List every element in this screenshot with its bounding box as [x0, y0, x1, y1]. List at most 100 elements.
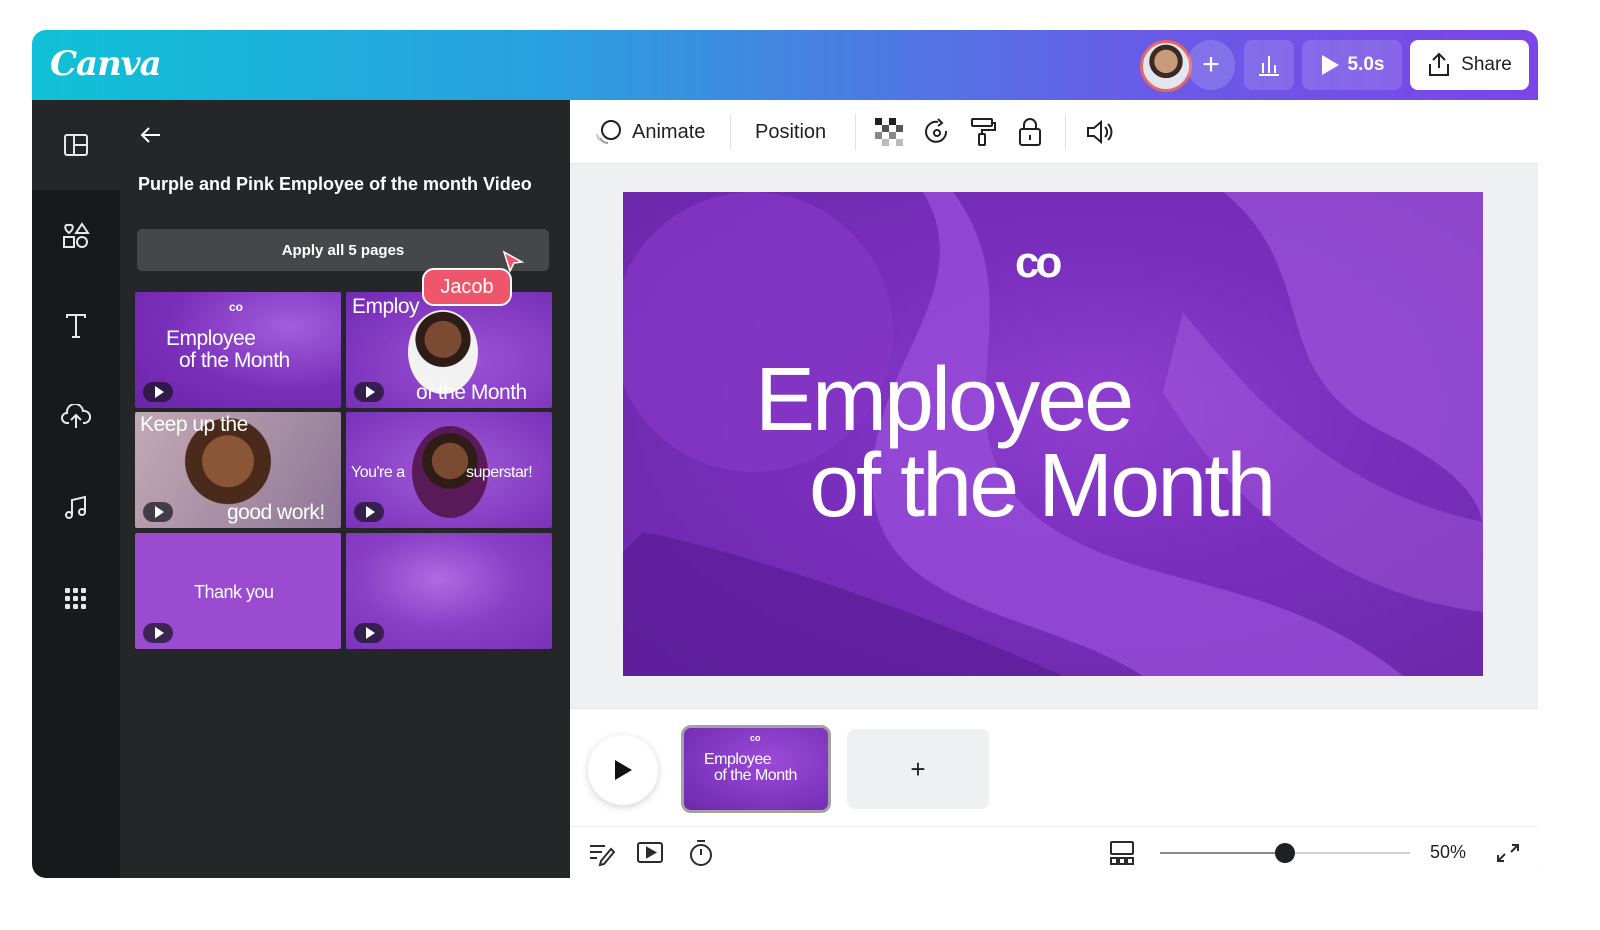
apply-all-pages-button[interactable]: Apply all 5 pages — [137, 229, 549, 271]
canvas-title-line2[interactable]: of the Month — [809, 438, 1276, 534]
share-label: Share — [1461, 54, 1512, 75]
video-play-badge — [143, 382, 173, 402]
video-preview-icon[interactable] — [636, 839, 664, 867]
design-canvas[interactable]: co Employee of the Month — [623, 192, 1483, 676]
toolbar-divider — [730, 114, 731, 150]
thumb-title-line1: Employee — [166, 327, 256, 350]
expand-icon[interactable] — [1494, 839, 1522, 867]
animate-label: Animate — [632, 120, 706, 143]
play-icon — [154, 386, 164, 398]
timer-icon[interactable] — [687, 839, 715, 867]
play-icon — [1321, 55, 1339, 75]
present-play-button[interactable]: 5.0s — [1302, 40, 1402, 90]
timeline-play-button[interactable] — [588, 735, 658, 805]
shapes-icon — [63, 222, 90, 248]
position-button[interactable]: Position — [755, 100, 826, 164]
template-page-thumb[interactable]: Thank you — [135, 533, 341, 649]
thumb-logo: co — [229, 300, 244, 314]
thumb-title-line1: Keep up the — [140, 413, 248, 436]
rail-item-uploads[interactable] — [46, 387, 106, 447]
toolbar-divider — [855, 114, 856, 150]
rail-item-audio[interactable] — [46, 478, 106, 538]
canva-logo[interactable]: Canva — [50, 44, 162, 84]
thumb-title-line2: good work! — [227, 501, 325, 524]
notes-icon[interactable] — [587, 839, 615, 867]
thumb-title-line1: You're a — [351, 464, 405, 481]
page-thumb-title: Employee of the Month — [704, 752, 797, 784]
user-avatar[interactable] — [1140, 40, 1192, 92]
cloud-upload-icon — [61, 404, 91, 428]
transparency-button[interactable] — [875, 100, 903, 164]
bar-chart-icon — [1259, 56, 1279, 76]
transparency-icon — [875, 118, 903, 146]
page-thumb-logo: co — [750, 733, 761, 743]
share-button[interactable]: Share — [1410, 40, 1529, 90]
template-page-thumb[interactable]: Employ of the Month — [346, 292, 552, 408]
video-play-badge — [143, 623, 173, 643]
timeline: co Employee of the Month + — [570, 708, 1538, 826]
thumb-title-line1: Employ — [352, 295, 420, 318]
canvas-logo[interactable]: co — [1015, 238, 1062, 288]
animate-icon — [596, 120, 621, 144]
video-play-badge — [354, 623, 384, 643]
animate-button[interactable]: Animate — [594, 100, 705, 164]
music-note-icon — [65, 495, 86, 519]
play-duration: 5.0s — [1347, 54, 1385, 75]
zoom-slider-fill — [1160, 852, 1285, 854]
plus-icon: + — [1202, 48, 1220, 81]
page-thumbnail[interactable]: co Employee of the Month — [681, 725, 831, 813]
thumb-title-line1: Thank you — [194, 582, 274, 602]
thumb-title-line2: of the Month — [416, 381, 527, 404]
template-panel: Purple and Pink Employee of the month Vi… — [120, 100, 570, 878]
add-collaborator-button[interactable]: + — [1187, 40, 1235, 90]
video-play-badge — [354, 382, 384, 402]
add-page-button[interactable]: + — [847, 729, 989, 809]
volume-button[interactable] — [1085, 100, 1115, 164]
template-page-thumb[interactable] — [346, 533, 552, 649]
rotate-button[interactable] — [922, 100, 952, 164]
text-icon — [66, 314, 86, 338]
thumb-title-line2: of the Month — [179, 349, 290, 372]
play-icon — [365, 386, 375, 398]
canva-editor: Canva + 5.0s Share Purple and Pink Emplo… — [32, 30, 1538, 878]
zoom-percentage[interactable]: 50% — [1430, 842, 1466, 863]
rail-item-templates[interactable] — [46, 115, 106, 175]
bottom-bar: 50% — [570, 826, 1538, 878]
layout-icon — [64, 134, 88, 156]
editor-main: Animate Position co Employee of the Mont… — [570, 100, 1538, 878]
play-icon — [365, 627, 375, 639]
play-icon — [615, 760, 632, 780]
rotate-icon — [925, 118, 948, 143]
paint-roller-icon — [971, 118, 996, 146]
play-icon — [365, 506, 375, 518]
context-toolbar: Animate Position — [570, 100, 1538, 164]
template-page-thumb[interactable]: Keep up the good work! — [135, 412, 341, 528]
apps-grid-icon — [65, 588, 86, 609]
template-page-thumb[interactable]: You're a superstar! — [346, 412, 552, 528]
top-bar: Canva + 5.0s Share — [32, 30, 1538, 100]
rail-item-apps[interactable] — [46, 569, 106, 629]
template-title: Purple and Pink Employee of the month Vi… — [138, 174, 532, 194]
rail-item-elements[interactable] — [46, 205, 106, 265]
speaker-icon — [1087, 119, 1113, 145]
template-page-thumb[interactable]: co Employee of the Month — [135, 292, 341, 408]
paint-roller-button[interactable] — [970, 100, 996, 164]
rail-item-text[interactable] — [46, 296, 106, 356]
play-icon — [154, 627, 164, 639]
lock-button[interactable] — [1018, 100, 1042, 164]
upload-icon — [1429, 52, 1450, 76]
insights-button[interactable] — [1244, 40, 1294, 90]
collaborator-name-tag: Jacob — [422, 268, 512, 306]
video-play-badge — [143, 502, 173, 522]
side-icon-rail — [32, 100, 120, 878]
play-icon — [154, 506, 164, 518]
video-play-badge — [354, 502, 384, 522]
thumb-title-line2: superstar! — [466, 464, 533, 481]
page-thumb-line1: Employee — [704, 751, 772, 768]
canvas-title-line1[interactable]: Employee — [755, 352, 1134, 448]
back-arrow-icon[interactable] — [140, 124, 162, 146]
lock-icon — [1019, 118, 1041, 146]
grid-view-icon[interactable] — [1108, 839, 1136, 867]
page-thumb-line2: of the Month — [714, 767, 797, 784]
zoom-slider-handle[interactable] — [1275, 843, 1295, 863]
